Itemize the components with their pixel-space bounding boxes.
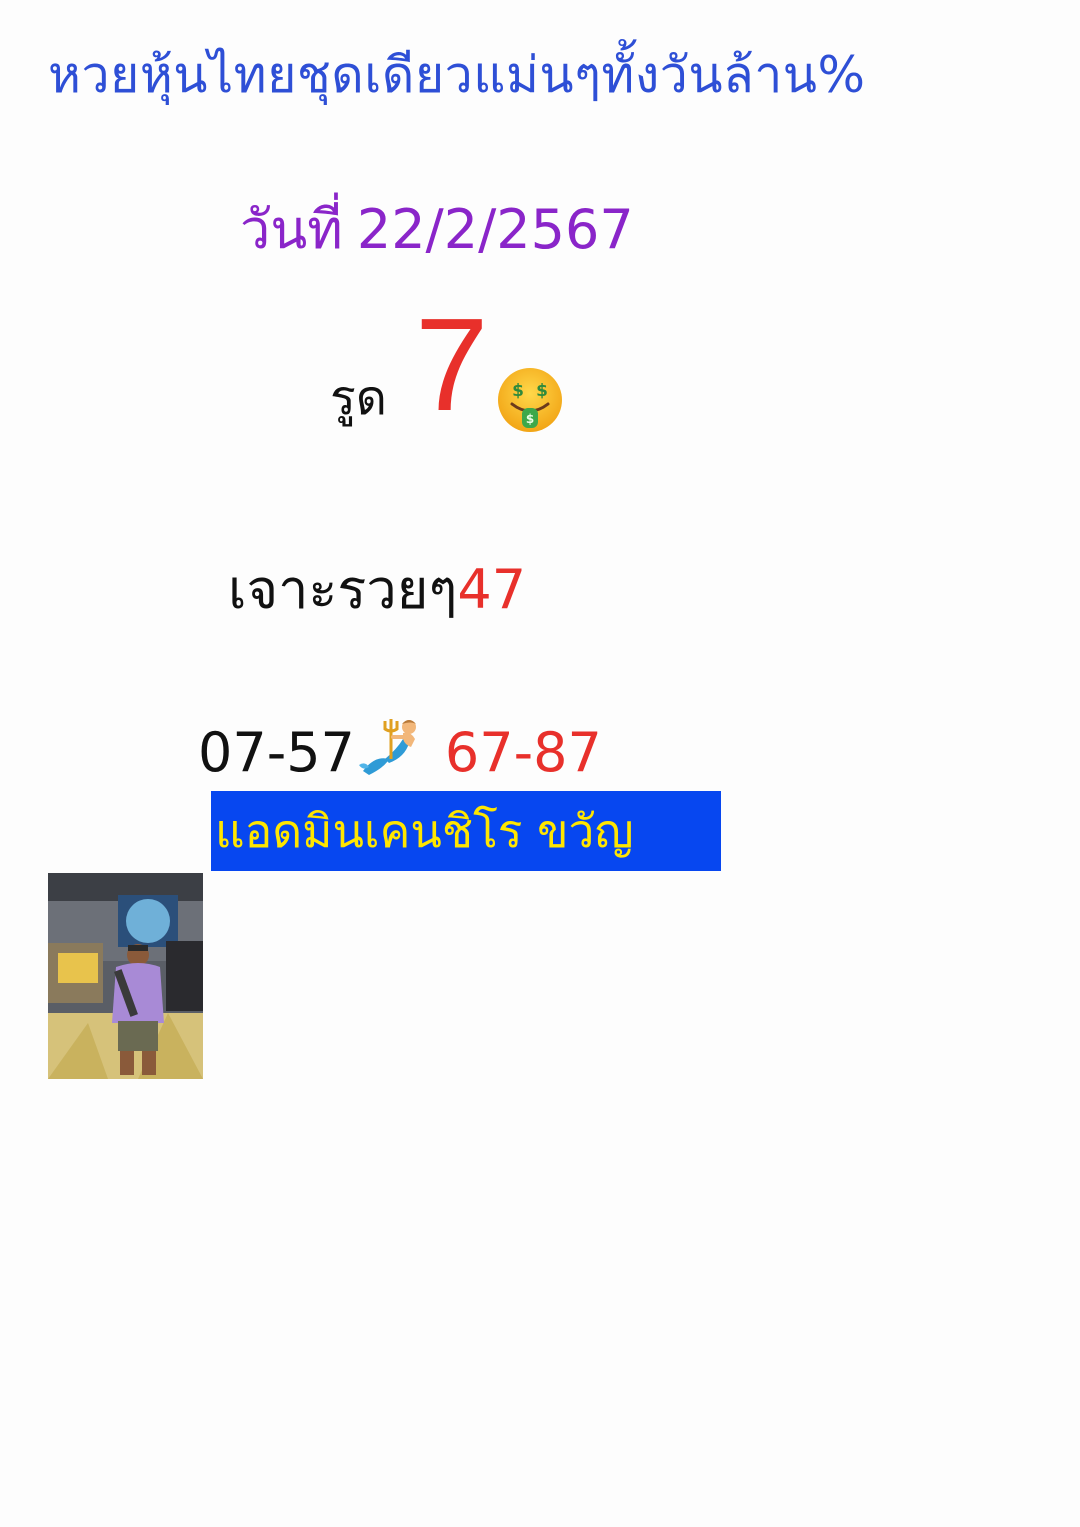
date-label: วันที่ — [240, 198, 343, 261]
admin-banner: แอดมินเคนชิโร ขวัญ — [211, 791, 721, 871]
svg-text:$: $ — [536, 381, 548, 401]
admin-photo-image — [48, 873, 203, 1079]
pairs-right: 67-87 — [444, 721, 602, 784]
root-digit: 7 — [415, 291, 489, 438]
pierce-number: 47 — [457, 558, 527, 621]
pierce-label: เจาะรวยๆ — [228, 558, 458, 621]
page-headline: หวยหุ้นไทยชุดเดียวแม่นๆทั้งวันล้าน% — [48, 46, 866, 104]
pierce-line: เจาะรวยๆ47 — [228, 555, 526, 625]
date-line: วันที่ 22/2/2567 — [240, 195, 634, 265]
root-label: รูด — [330, 370, 387, 426]
admin-photo — [48, 873, 203, 1079]
pairs-left: 07-57 — [198, 721, 355, 784]
svg-text:$: $ — [526, 412, 534, 426]
svg-text:$: $ — [512, 381, 524, 401]
pairs-line: 07-57 67-87 — [198, 715, 602, 788]
merman-icon — [358, 719, 416, 775]
date-value: 22/2/2567 — [356, 198, 634, 261]
money-mouth-face-icon: $ $ $ — [498, 368, 562, 432]
